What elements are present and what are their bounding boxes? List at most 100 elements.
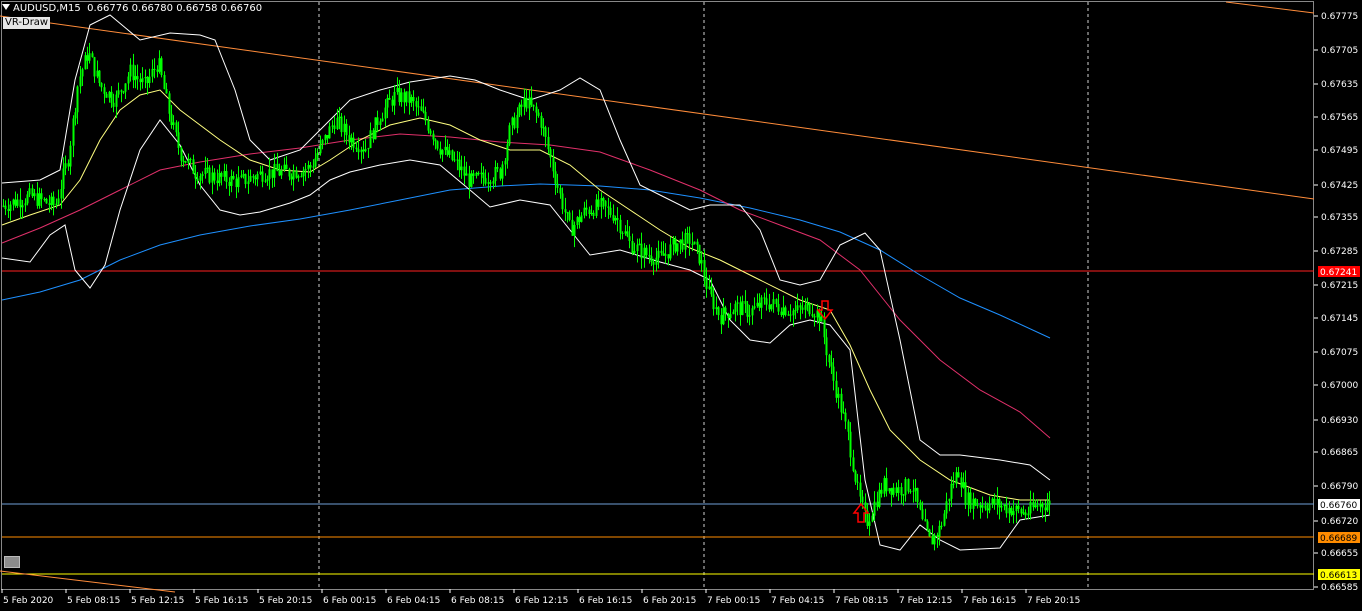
candle-body [88, 53, 91, 61]
candle-body [240, 175, 243, 178]
symbol-label: AUDUSD,M15 [13, 3, 81, 14]
candle-body [69, 145, 72, 167]
vr-draw-button[interactable]: VR-Draw [3, 17, 51, 29]
candle-body [417, 106, 420, 108]
candle-body [844, 412, 847, 422]
time-tick-label: 6 Feb 04:15 [387, 596, 440, 606]
candle-body [604, 200, 607, 207]
candle-body [1029, 501, 1032, 514]
candle-body [871, 515, 874, 522]
candle-body [964, 482, 967, 505]
candle-body [434, 139, 437, 142]
candle-body [676, 243, 679, 252]
candle-body [64, 163, 67, 169]
candle-body [926, 521, 929, 530]
candle-body [444, 146, 447, 151]
candle-body [900, 487, 903, 496]
candle-body [1041, 503, 1044, 508]
candle-body [902, 494, 905, 496]
candle-body [592, 212, 595, 216]
candle-body [715, 307, 718, 310]
candle-body [729, 314, 732, 319]
candle-body [36, 193, 39, 206]
candle-body [765, 298, 768, 305]
candle-body [544, 127, 547, 137]
candle-body [21, 205, 24, 208]
candle-body [679, 239, 682, 244]
candle-body [693, 241, 696, 245]
price-tick-label: 0.67285 [1321, 247, 1358, 257]
time-tick-label: 6 Feb 00:15 [323, 596, 376, 606]
candle-body [590, 212, 593, 214]
candle-body [259, 171, 262, 174]
candle-body [120, 90, 123, 92]
candle-body [108, 91, 111, 98]
candle-body [424, 111, 427, 121]
candle-body [187, 158, 190, 163]
collapse-triangle-icon[interactable] [2, 4, 10, 10]
candle-body [578, 217, 581, 222]
candle-body [151, 68, 154, 77]
candle-body [319, 143, 322, 154]
candle-body [172, 122, 175, 126]
price-chart[interactable]: 0.67775 0.67705 0.67635 0.67565 0.67495 0.674… [0, 0, 1362, 611]
time-tick-label: 7 Feb 12:15 [899, 596, 952, 606]
candle-body [991, 498, 994, 504]
candle-body [849, 431, 852, 458]
candle-body [182, 160, 185, 162]
candle-body [1044, 507, 1047, 511]
candle-body [405, 91, 408, 103]
candle-body [852, 457, 855, 471]
candle-body [165, 89, 168, 94]
candle-body [595, 199, 598, 216]
price-tick-label: 0.66790 [1321, 482, 1358, 492]
candle-body [345, 123, 348, 136]
time-tick-label: 7 Feb 20:15 [1027, 596, 1080, 606]
candle-body [931, 536, 934, 545]
candle-body [508, 125, 511, 145]
candle-body [619, 219, 622, 233]
candle-body [770, 304, 773, 310]
candle-body [338, 116, 341, 119]
candle-body [280, 170, 283, 176]
candle-body [297, 176, 300, 178]
candle-body [979, 505, 982, 508]
candle-body [962, 482, 965, 488]
candle-body [652, 261, 655, 265]
candle-body [235, 178, 238, 188]
candle-body [223, 170, 226, 177]
candle-body [804, 305, 807, 310]
candle-body [895, 487, 898, 493]
candle-body [456, 159, 459, 161]
candle-body [316, 153, 319, 159]
candle-body [952, 483, 955, 485]
panel-toggle-button[interactable] [4, 556, 20, 568]
candle-body [1046, 504, 1049, 511]
candle-body [537, 112, 540, 116]
candle-body [518, 104, 521, 115]
candle-body [139, 79, 142, 83]
time-tick-label: 6 Feb 12:15 [515, 596, 568, 606]
price-tick-label: 0.67775 [1321, 12, 1358, 22]
candle-body [556, 183, 559, 188]
candle-body [907, 479, 910, 492]
candle-body [684, 233, 687, 250]
candle-body [110, 91, 113, 103]
candle-body [636, 244, 639, 252]
candle-body [180, 147, 183, 161]
candle-body [50, 196, 53, 205]
candle-body [326, 135, 329, 139]
candle-body [698, 244, 701, 264]
price-tag-label: 0.66689 [1320, 534, 1357, 544]
candle-body [129, 64, 132, 77]
candle-body [1005, 504, 1008, 514]
candle-body [614, 217, 617, 221]
candle-body [669, 244, 672, 259]
candle-body [160, 58, 163, 76]
time-tick-label: 7 Feb 08:15 [835, 596, 888, 606]
candle-body [81, 69, 84, 77]
candle-body [220, 172, 223, 177]
candle-body [919, 502, 922, 510]
candle-body [727, 313, 730, 319]
candle-body [732, 311, 735, 315]
